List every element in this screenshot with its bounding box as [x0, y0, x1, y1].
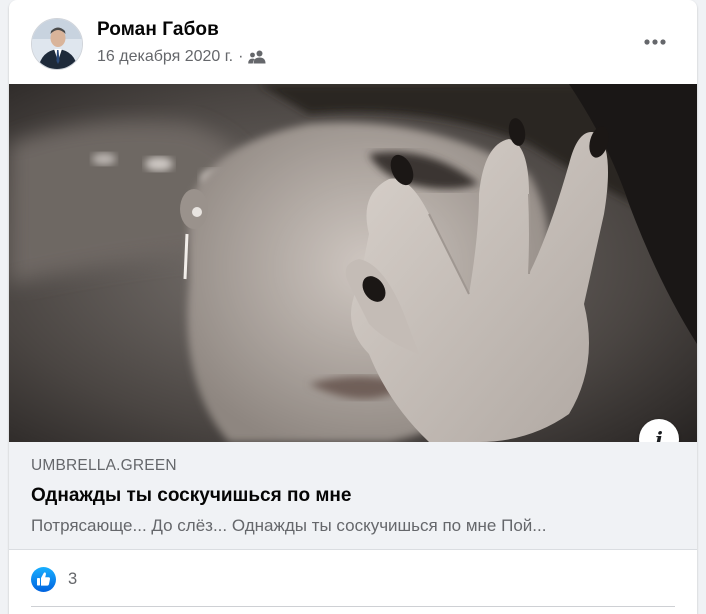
link-title[interactable]: Однажды ты соскучишься по мне [31, 485, 351, 507]
friends-icon[interactable] [248, 50, 266, 64]
link-preview[interactable]: UMBRELLA.GREEN Однажды ты соскучишься по… [9, 442, 697, 550]
like-icon [31, 566, 56, 592]
post-meta: 16 декабря 2020 г. · [97, 48, 266, 66]
actions-divider [31, 606, 675, 607]
meta-separator: · [238, 48, 244, 65]
more-horizontal-icon [644, 39, 666, 45]
info-icon: i [655, 427, 663, 442]
post-card: Роман Габов 16 декабря 2020 г. · i UMBRE… [9, 0, 697, 614]
link-domain: UMBRELLA.GREEN [31, 457, 177, 474]
more-options-button[interactable] [639, 26, 671, 58]
avatar-photo [32, 19, 82, 69]
post-date[interactable]: 16 декабря 2020 г. [97, 48, 233, 66]
author-avatar[interactable] [31, 18, 83, 70]
reaction-count: 3 [68, 569, 78, 588]
reactions-summary[interactable]: 3 [31, 566, 77, 592]
link-preview-image[interactable]: i [9, 84, 697, 442]
link-description: Потрясающе... До слёз... Однажды ты соск… [31, 516, 547, 535]
post-header: Роман Габов 16 декабря 2020 г. · [9, 0, 697, 84]
woman-covering-face-photo [9, 84, 697, 442]
author-name[interactable]: Роман Габов [97, 19, 219, 41]
